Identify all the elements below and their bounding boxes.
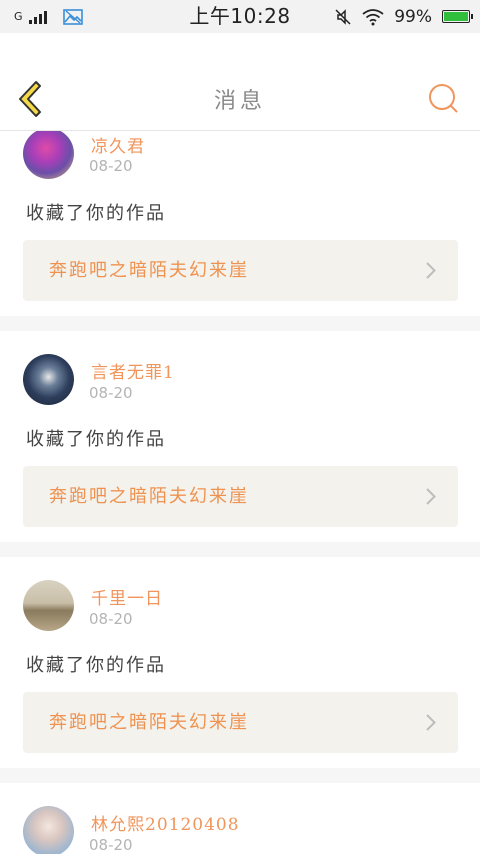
chevron-right-icon (426, 262, 436, 279)
work-title: 奔跑吧之暗陌夫幻来崖 (49, 486, 249, 507)
chevron-right-icon (426, 488, 436, 505)
work-title: 奔跑吧之暗陌夫幻来崖 (49, 712, 249, 733)
username[interactable]: 凉久君 (91, 132, 145, 157)
username[interactable]: 林允熙20120408 (91, 810, 240, 835)
message-card: 言者无罪1 08-20 收藏了你的作品 奔跑吧之暗陌夫幻来崖 (0, 331, 480, 542)
message-date: 08-20 (89, 610, 133, 628)
battery-percent: 99% (394, 6, 432, 27)
page-title: 消息 (213, 89, 266, 114)
search-button[interactable] (426, 81, 460, 115)
username[interactable]: 言者无罪1 (91, 358, 175, 383)
avatar[interactable] (23, 580, 74, 631)
message-card: 凉久君 08-20 收藏了你的作品 奔跑吧之暗陌夫幻来崖 (0, 131, 480, 316)
work-link[interactable]: 奔跑吧之暗陌夫幻来崖 (23, 466, 458, 527)
message-date: 08-20 (89, 157, 133, 175)
message-date: 08-20 (89, 384, 133, 402)
message-text: 收藏了你的作品 (26, 655, 166, 676)
chevron-right-icon (426, 714, 436, 731)
work-link[interactable]: 奔跑吧之暗陌夫幻来崖 (23, 240, 458, 301)
message-text: 收藏了你的作品 (26, 429, 166, 450)
avatar[interactable] (23, 131, 74, 179)
username[interactable]: 千里一日 (91, 584, 163, 609)
avatar[interactable] (23, 806, 74, 854)
work-title: 奔跑吧之暗陌夫幻来崖 (49, 260, 249, 281)
message-list[interactable]: 凉久君 08-20 收藏了你的作品 奔跑吧之暗陌夫幻来崖 言者无罪1 08-20… (0, 131, 480, 854)
search-icon (429, 84, 455, 110)
message-card: 千里一日 08-20 收藏了你的作品 奔跑吧之暗陌夫幻来崖 (0, 557, 480, 768)
message-text: 收藏了你的作品 (26, 203, 166, 224)
avatar[interactable] (23, 354, 74, 405)
status-bar: G 上午10:28 99% (0, 0, 480, 33)
work-link[interactable]: 奔跑吧之暗陌夫幻来崖 (23, 692, 458, 753)
battery-icon (442, 10, 473, 23)
message-date: 08-20 (89, 836, 133, 854)
status-right: 99% (334, 0, 473, 33)
battery-fill (444, 12, 468, 21)
wifi-icon (362, 8, 384, 25)
message-card: 林允熙20120408 08-20 (0, 783, 480, 854)
app-header: 消息 (0, 33, 480, 131)
mute-icon (335, 8, 351, 25)
